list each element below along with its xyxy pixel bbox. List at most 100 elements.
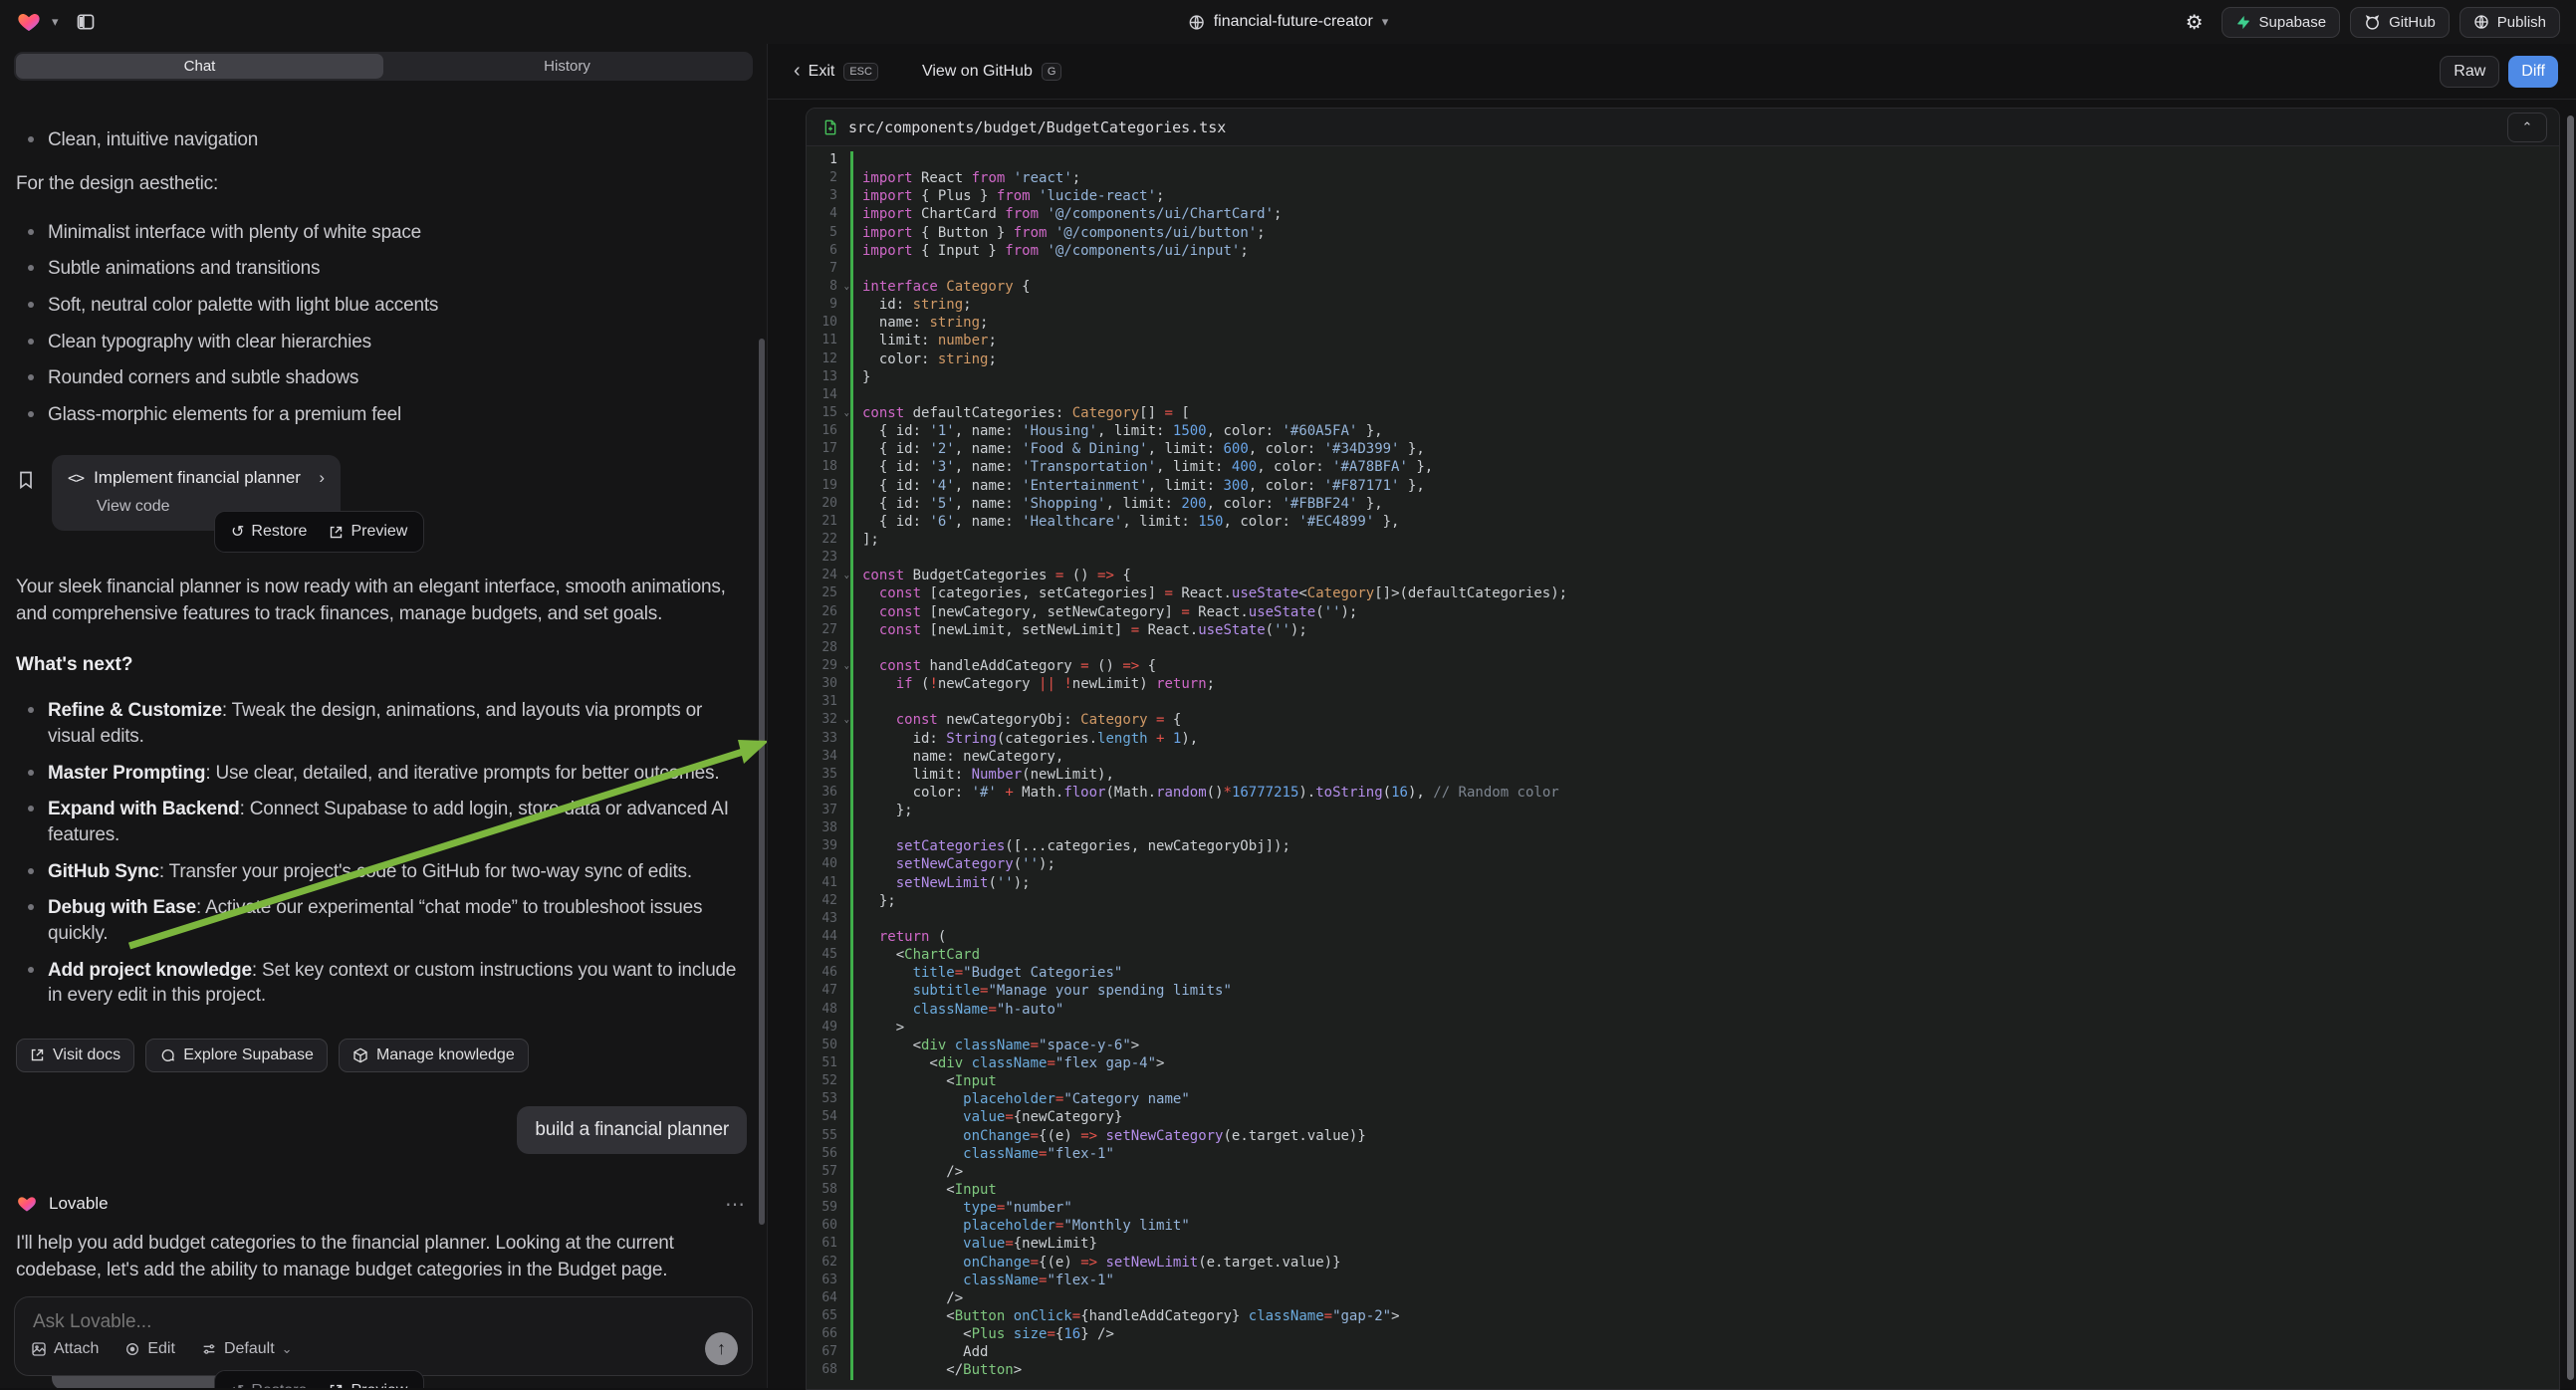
code-text: id: String(categories.length + 1), [850,730,2559,748]
code-text: import { Input } from '@/components/ui/i… [850,242,2559,260]
code-text: const [newCategory, setNewCategory] = Re… [850,603,2559,621]
code-line: 64 /> [807,1289,2559,1307]
design-heading: For the design aesthetic: [16,171,747,198]
supabase-button[interactable]: Supabase [2222,7,2341,38]
code-line: 37 }; [807,802,2559,819]
code-line: 46 title="Budget Categories" [807,964,2559,982]
line-number: 55 [807,1127,850,1145]
code-text [850,151,2559,169]
github-button[interactable]: GitHub [2350,7,2450,38]
code-text: { id: '6', name: 'Healthcare', limit: 15… [850,513,2559,531]
list-item: Debug with Ease: Activate our experiment… [16,895,747,946]
ask-lovable-input[interactable] [33,1311,665,1333]
raw-toggle-button[interactable]: Raw [2440,56,2499,88]
line-number: 62 [807,1254,850,1272]
list-item: GitHub Sync: Transfer your project's cod… [16,859,747,885]
line-number: 29⌄ [807,657,850,675]
list-item: Clean typography with clear hierarchies [16,330,747,355]
explore-supabase-button[interactable]: Explore Supabase [145,1039,328,1072]
fold-chevron-icon[interactable]: ⌄ [844,567,849,584]
restore-button[interactable]: ↺Restore [231,1381,307,1388]
list-item: Subtle animations and transitions [16,256,747,282]
line-number: 68 [807,1361,850,1379]
file-added-icon [822,118,838,136]
line-number: 50 [807,1037,850,1054]
image-icon [31,1341,47,1357]
code-text: <Input [850,1181,2559,1199]
line-number: 56 [807,1145,850,1163]
github-icon [2364,14,2381,31]
line-number: 42 [807,892,850,910]
chevron-right-icon[interactable]: › [319,468,325,488]
chat-scroll-area[interactable]: Clean, intuitive navigation For the desi… [0,121,755,1288]
code-line: 32⌄ const newCategoryObj: Category = { [807,711,2559,729]
fold-chevron-icon[interactable]: ⌄ [844,657,849,675]
code-line: 54 value={newCategory} [807,1108,2559,1126]
logo-chevron-down-icon[interactable]: ▾ [52,14,59,30]
fold-chevron-icon[interactable]: ⌄ [844,711,849,729]
lovable-logo-icon[interactable] [16,10,42,34]
manage-knowledge-button[interactable]: Manage knowledge [339,1039,529,1072]
project-switcher[interactable]: financial-future-creator ▾ [1188,0,1389,44]
code-text [850,910,2559,928]
code-text: setNewCategory(''); [850,855,2559,873]
file-path: src/components/budget/BudgetCategories.t… [848,118,1226,136]
edit-mode-button[interactable]: Edit [124,1340,175,1358]
code-text: if (!newCategory || !newLimit) return; [850,675,2559,693]
publish-button[interactable]: Publish [2459,7,2560,38]
tab-chat[interactable]: Chat [16,54,383,79]
code-line: 20 { id: '5', name: 'Shopping', limit: 2… [807,495,2559,513]
list-item: Clean, intuitive navigation [16,127,747,153]
project-chevron-down-icon: ▾ [1382,14,1389,30]
code-line: 28 [807,639,2559,657]
code-text: /> [850,1289,2559,1307]
code-text: <div className="flex gap-4"> [850,1054,2559,1072]
fold-chevron-icon[interactable]: ⌄ [844,278,849,296]
line-number: 65 [807,1307,850,1325]
line-number: 59 [807,1199,850,1217]
code-text: limit: number; [850,332,2559,349]
file-card: src/components/budget/BudgetCategories.t… [806,108,2560,1390]
fold-chevron-icon[interactable]: ⌄ [844,404,849,422]
diff-toggle-button[interactable]: Diff [2508,56,2558,88]
list-item: Soft, neutral color palette with light b… [16,293,747,319]
toggle-sidebar-icon[interactable] [69,7,103,37]
message-menu-icon[interactable]: ⋯ [725,1192,747,1217]
list-item: Rounded corners and subtle shadows [16,365,747,391]
version-card-implement-financial-planner[interactable]: <> Implement financial planner › View co… [52,455,341,531]
globe-icon [1188,14,1205,31]
tab-history[interactable]: History [383,54,751,79]
line-number: 58 [807,1181,850,1199]
code-line: 5import { Button } from '@/components/ui… [807,224,2559,242]
file-header[interactable]: src/components/budget/BudgetCategories.t… [807,109,2559,146]
code-line: 60 placeholder="Monthly limit" [807,1217,2559,1235]
collapse-file-button[interactable]: ⌃ [2507,113,2547,142]
visit-docs-button[interactable]: Visit docs [16,1039,134,1072]
line-number: 13 [807,368,850,386]
code-text: className="flex-1" [850,1272,2559,1289]
send-button[interactable]: ↑ [705,1332,738,1365]
chevron-left-icon[interactable]: ‹ [794,60,801,83]
line-number: 53 [807,1090,850,1108]
preview-button[interactable]: Preview [329,522,407,542]
code-text: id: string; [850,296,2559,314]
list-item: Minimalist interface with plenty of whit… [16,220,747,246]
code-line: 44 return ( [807,928,2559,946]
preview-button[interactable]: Preview [329,1381,407,1388]
settings-gear-icon[interactable]: ⚙ [2178,7,2212,37]
exit-button[interactable]: Exit [809,63,835,81]
line-number: 52 [807,1072,850,1090]
restore-button[interactable]: ↺Restore [231,522,307,542]
chat-scrollbar[interactable] [759,339,765,1225]
view-on-github-button[interactable]: View on GitHub [922,63,1033,81]
attach-button[interactable]: Attach [31,1340,99,1358]
code-text: className="h-auto" [850,1001,2559,1019]
editor-scrollbar[interactable] [2567,116,2574,1380]
bookmark-icon[interactable] [16,469,36,491]
model-selector[interactable]: Default ⌄ [201,1340,293,1358]
code-text: name: newCategory, [850,748,2559,766]
code-text: } [850,368,2559,386]
line-number: 54 [807,1108,850,1126]
list-item: Glass-morphic elements for a premium fee… [16,402,747,428]
code-text: const [categories, setCategories] = Reac… [850,584,2559,602]
